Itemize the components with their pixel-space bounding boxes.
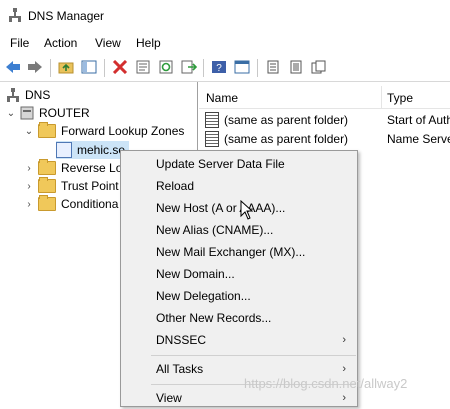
menu-bar: File Action View Help xyxy=(0,32,450,54)
toolbar: ? xyxy=(0,55,450,82)
record-type: Start of Auth xyxy=(387,113,450,127)
list-header: Name Type xyxy=(199,86,450,109)
folder-icon xyxy=(38,195,56,211)
menu-item-label: New Mail Exchanger (MX)... xyxy=(156,245,306,259)
menu-item-update-server-data-file[interactable]: Update Server Data File xyxy=(122,153,356,175)
tree-label: Reverse Lo xyxy=(61,161,123,175)
menu-action[interactable]: Action xyxy=(44,36,77,50)
menu-item-label: New Host (A or AAAA)... xyxy=(156,201,286,215)
server-icon xyxy=(20,106,34,120)
tree-item-router[interactable]: ⌄ ROUTER xyxy=(6,104,90,122)
title-bar: DNS Manager xyxy=(0,0,450,32)
up-folder-icon[interactable] xyxy=(57,58,75,76)
submenu-arrow-icon: › xyxy=(342,363,346,375)
export-list-icon[interactable] xyxy=(180,58,198,76)
tree-item-dns[interactable]: DNS xyxy=(6,86,50,104)
menu-item-label: New Alias (CNAME)... xyxy=(156,223,274,237)
menu-item-other-new-records[interactable]: Other New Records... xyxy=(122,307,356,329)
delete-icon[interactable] xyxy=(111,58,129,76)
tree-item-reverse-lookup-zones[interactable]: › Reverse Lo xyxy=(24,159,122,177)
toolbar-separator xyxy=(203,59,204,77)
properties-icon[interactable] xyxy=(134,58,152,76)
record-type: Name Serve xyxy=(387,132,450,146)
context-menu: Update Server Data File Reload New Host … xyxy=(120,150,358,407)
toolbar-separator xyxy=(257,59,258,77)
forward-icon[interactable] xyxy=(26,58,44,76)
tree-label: ROUTER xyxy=(39,106,90,120)
zone-icon xyxy=(56,142,72,158)
tree-label: Trust Point xyxy=(61,179,119,193)
record-icon xyxy=(205,112,219,128)
tree-label: Forward Lookup Zones xyxy=(61,124,185,138)
menu-separator xyxy=(151,355,356,356)
record-name: (same as parent folder) xyxy=(224,113,349,127)
menu-item-dnssec[interactable]: DNSSEC › xyxy=(122,329,356,351)
menu-help[interactable]: Help xyxy=(136,36,161,50)
chevron-down-icon[interactable]: ⌄ xyxy=(24,126,34,137)
menu-item-new-delegation[interactable]: New Delegation... xyxy=(122,285,356,307)
submenu-arrow-icon: › xyxy=(342,334,346,346)
tree-label: Conditiona xyxy=(61,197,119,211)
records-list-icon[interactable] xyxy=(264,58,282,76)
chevron-right-icon[interactable]: › xyxy=(24,199,34,210)
record-name: (same as parent folder) xyxy=(224,132,349,146)
menu-item-label: Reload xyxy=(156,179,195,193)
record-icon xyxy=(205,131,219,147)
menu-item-label: Other New Records... xyxy=(156,311,272,325)
dns-manager-icon xyxy=(9,8,21,22)
chevron-right-icon[interactable]: › xyxy=(24,163,34,174)
submenu-arrow-icon: › xyxy=(342,392,346,404)
chevron-down-icon[interactable]: ⌄ xyxy=(6,108,16,119)
console-tree-icon[interactable] xyxy=(233,58,251,76)
menu-item-reload[interactable]: Reload xyxy=(122,175,356,197)
refresh-icon[interactable] xyxy=(157,58,175,76)
tree-item-trust-points[interactable]: › Trust Point xyxy=(24,177,119,195)
toolbar-separator xyxy=(104,59,105,77)
dns-icon xyxy=(7,88,19,102)
tree-item-mehic-se[interactable]: mehic.se xyxy=(56,141,130,159)
menu-item-label: New Domain... xyxy=(156,267,235,281)
menu-item-new-domain[interactable]: New Domain... xyxy=(122,263,356,285)
tree-item-forward-lookup-zones[interactable]: ⌄ Forward Lookup Zones xyxy=(24,122,184,140)
menu-item-new-alias[interactable]: New Alias (CNAME)... xyxy=(122,219,356,241)
table-row[interactable]: (same as parent folder) Name Serve xyxy=(205,130,450,148)
window-title: DNS Manager xyxy=(28,9,105,23)
menu-item-label: DNSSEC xyxy=(156,333,207,347)
menu-item-label: Update Server Data File xyxy=(156,157,285,171)
menu-item-label: New Delegation... xyxy=(156,289,251,303)
menu-item-new-mail-exchanger[interactable]: New Mail Exchanger (MX)... xyxy=(122,241,356,263)
tree-label: DNS xyxy=(25,88,51,102)
column-header-type[interactable]: Type xyxy=(387,91,413,105)
table-row[interactable]: (same as parent folder) Start of Auth xyxy=(205,111,450,129)
toolbar-separator xyxy=(50,59,51,77)
copy-records-icon[interactable] xyxy=(310,58,328,76)
menu-file[interactable]: File xyxy=(10,36,29,50)
column-header-name[interactable]: Name xyxy=(206,91,238,105)
menu-item-label: All Tasks xyxy=(156,362,204,376)
watermark-text: https://blog.csdn.net/allway2 xyxy=(244,376,408,391)
menu-item-label: View xyxy=(156,391,182,405)
mouse-cursor-icon xyxy=(240,200,254,220)
folder-icon xyxy=(38,122,56,138)
records-list-icon[interactable] xyxy=(287,58,305,76)
back-icon[interactable] xyxy=(4,58,22,76)
folder-icon xyxy=(38,177,56,193)
folder-icon xyxy=(38,159,56,175)
menu-item-new-host[interactable]: New Host (A or AAAA)... xyxy=(122,197,356,219)
column-divider[interactable] xyxy=(381,86,382,108)
chevron-right-icon[interactable]: › xyxy=(24,181,34,192)
tree-item-conditional-forwarders[interactable]: › Conditiona xyxy=(24,195,118,213)
svg-text:?: ? xyxy=(216,63,222,74)
show-hide-tree-icon[interactable] xyxy=(80,58,98,76)
menu-view[interactable]: View xyxy=(95,36,121,50)
tree-label: mehic.se xyxy=(77,143,126,157)
help-icon[interactable]: ? xyxy=(210,58,228,76)
